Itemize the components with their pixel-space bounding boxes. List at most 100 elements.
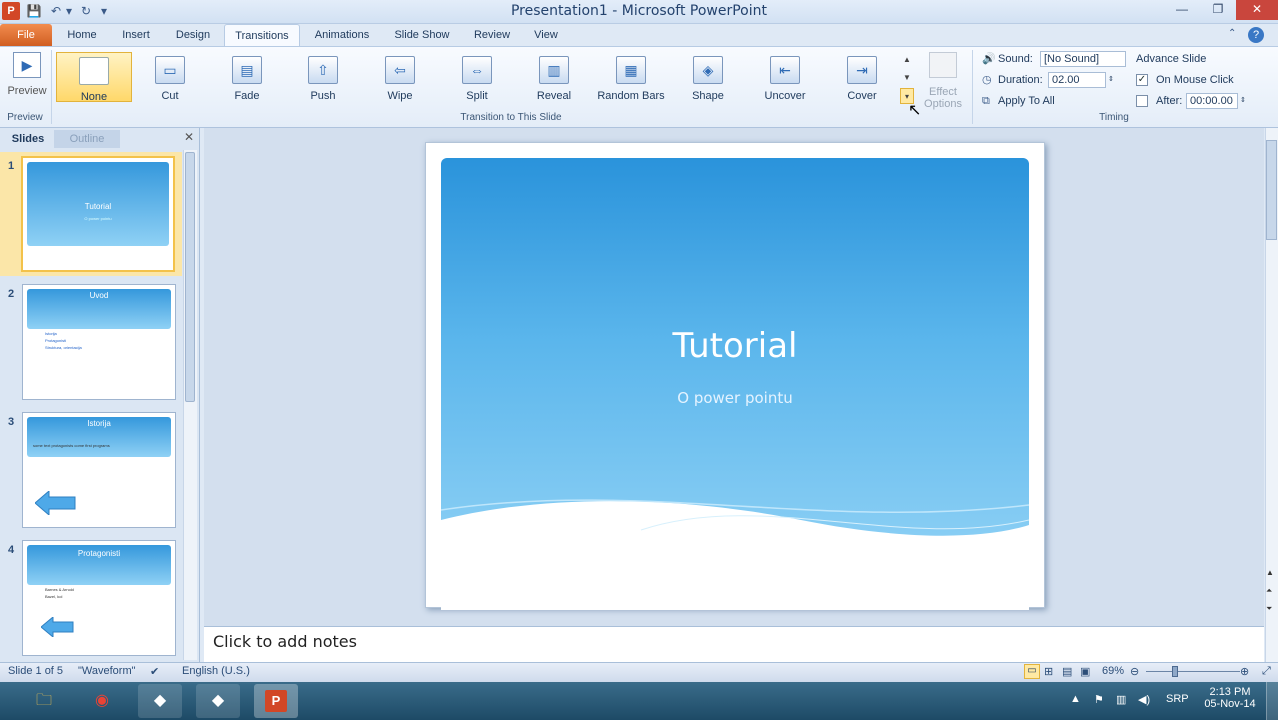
zoom-slider-track[interactable] [1146, 671, 1240, 672]
show-desktop-button[interactable] [1266, 682, 1278, 720]
zoom-level[interactable]: 69% [1102, 665, 1124, 677]
transition-random-bars-button[interactable]: ▦ Random Bars [595, 52, 667, 102]
transition-shape-button[interactable]: ◈ Shape [672, 52, 744, 102]
network-icon[interactable]: ▥ [1116, 693, 1126, 706]
after-spinner-icon[interactable]: ⇕ [1240, 92, 1246, 110]
clock[interactable]: 2:13 PM 05-Nov-14 [1202, 686, 1258, 710]
cover-transition-icon: ⇥ [847, 56, 877, 84]
tab-home[interactable]: Home [58, 24, 106, 46]
spell-check-icon[interactable]: ✔ [150, 665, 159, 678]
clock-icon: ◷ [982, 74, 992, 86]
tray-arrow-icon[interactable]: ▲ [1070, 693, 1081, 705]
taskbar-app-icon[interactable]: ◆ [138, 684, 182, 718]
scroll-up-icon[interactable]: ▲ [1266, 568, 1274, 577]
language-status[interactable]: English (U.S.) [182, 665, 250, 677]
slide-sorter-icon[interactable]: ⊞ [1044, 665, 1053, 678]
close-button[interactable]: ✕ [1236, 0, 1278, 20]
slide-thumbnail-1[interactable]: Tutorial O power pointu [21, 156, 175, 272]
slide-subtitle[interactable]: O power pointu [441, 389, 1029, 407]
sound-label: Sound: [998, 53, 1033, 65]
thumb-bullet: Struktura, orientacija [45, 345, 82, 350]
tab-animations[interactable]: Animations [306, 24, 378, 46]
tab-outline[interactable]: Outline [54, 130, 120, 148]
slide-number: 1 [8, 160, 15, 172]
transition-uncover-button[interactable]: ⇤ Uncover [749, 52, 821, 102]
volume-icon[interactable]: ◀) [1138, 693, 1150, 706]
window-title: Presentation1 - Microsoft PowerPoint [510, 3, 768, 19]
advance-slide-fields: Advance Slide ✓ On Mouse Click After: 00… [1136, 50, 1256, 110]
transition-label: Shape [692, 90, 724, 102]
duration-spinner-icon[interactable]: ⇕ [1108, 71, 1114, 89]
after-checkbox[interactable] [1136, 95, 1148, 107]
tab-file[interactable]: File [0, 24, 52, 46]
transitions-group-label: Transition to This Slide [460, 112, 562, 123]
taskbar-app-icon[interactable]: ◆ [196, 684, 240, 718]
thumb-title: Uvod [89, 291, 109, 300]
slide-thumbnail-4[interactable]: Protagonisti Barnes & Arnold Bazel, kol [22, 540, 176, 656]
transition-label: Fade [234, 90, 260, 102]
file-explorer-icon[interactable]: 🗀 [22, 684, 66, 718]
slides-panel-scroll-thumb[interactable] [185, 152, 195, 402]
notes-placeholder[interactable]: Click to add notes [213, 632, 357, 651]
notes-pane[interactable] [204, 626, 1264, 662]
slide-thumbnail-2[interactable]: Uvod Istorija Protagonisti Struktura, or… [22, 284, 176, 400]
tab-transitions[interactable]: Transitions [224, 24, 300, 46]
action-center-icon[interactable]: ⚑ [1094, 693, 1104, 706]
wipe-transition-icon: ⇦ [385, 56, 415, 84]
tab-slides[interactable]: Slides [4, 130, 52, 148]
transition-cover-button[interactable]: ⇥ Cover [826, 52, 898, 102]
slide-title[interactable]: Tutorial [441, 326, 1029, 366]
transition-label: Wipe [387, 90, 413, 102]
maximize-button[interactable]: ❐ [1200, 0, 1236, 20]
wave-decoration [441, 499, 1029, 610]
on-mouse-click-checkbox[interactable]: ✓ [1136, 74, 1148, 86]
duration-input[interactable]: 02.00 [1048, 72, 1106, 88]
powerpoint-taskbar-icon[interactable]: P [254, 684, 298, 718]
gallery-scroll-up-icon[interactable]: ▲ [900, 52, 914, 68]
theme-name-status[interactable]: "Waveform" [78, 665, 136, 677]
minimize-ribbon-icon[interactable]: ⌃ [1228, 28, 1242, 42]
tab-insert[interactable]: Insert [112, 24, 160, 46]
effect-options-button[interactable]: Effect Options [918, 50, 968, 112]
transition-wipe-button[interactable]: ⇦ Wipe [364, 52, 436, 102]
transition-label: Uncover [764, 90, 806, 102]
close-panel-icon[interactable]: ✕ [184, 130, 194, 144]
transition-label: Reveal [536, 90, 572, 102]
preview-button[interactable]: ▶ Preview [4, 52, 50, 100]
preview-group-label: Preview [7, 112, 43, 123]
tab-design[interactable]: Design [166, 24, 220, 46]
reading-view-icon[interactable]: ▤ [1062, 665, 1072, 678]
zoom-slider-thumb[interactable] [1172, 666, 1178, 677]
transition-none-button[interactable]: None [56, 52, 132, 103]
tab-view[interactable]: View [524, 24, 568, 46]
transition-cut-button[interactable]: ▭ Cut [134, 52, 206, 102]
after-label: After: [1156, 95, 1183, 107]
gallery-scroll-down-icon[interactable]: ▼ [900, 70, 914, 86]
thumb-title: Tutorial [84, 202, 112, 211]
tab-slide-show[interactable]: Slide Show [386, 24, 458, 46]
tab-review[interactable]: Review [466, 24, 518, 46]
next-slide-icon[interactable]: ⏷ [1266, 604, 1272, 614]
transition-split-button[interactable]: ⇔ Split [441, 52, 513, 102]
transition-fade-button[interactable]: ▤ Fade [211, 52, 283, 102]
slide-thumbnail-3[interactable]: Istorija some text protagonists come fir… [22, 412, 176, 528]
previous-slide-icon[interactable]: ⏶ [1266, 586, 1272, 596]
transition-label: Push [310, 90, 336, 102]
effect-options-line2: Options [924, 98, 962, 110]
sound-select[interactable]: [No Sound] [1040, 51, 1126, 67]
fit-to-window-icon[interactable]: ⤢ [1262, 665, 1271, 678]
zoom-out-icon[interactable]: ⊖ [1130, 665, 1139, 678]
zoom-in-icon[interactable]: ⊕ [1240, 665, 1249, 678]
after-input[interactable]: 00:00.00 [1186, 93, 1238, 109]
apply-to-all-button[interactable]: Apply To All [998, 92, 1055, 110]
transition-label: Random Bars [597, 90, 665, 102]
language-indicator[interactable]: SRP [1166, 693, 1189, 705]
chrome-icon[interactable]: ◉ [80, 684, 124, 718]
slide-show-icon[interactable]: ▣ [1080, 665, 1090, 678]
vertical-scroll-thumb[interactable] [1266, 140, 1277, 240]
minimize-button[interactable]: — [1164, 0, 1200, 20]
normal-view-icon[interactable]: ▭ [1024, 664, 1040, 679]
help-icon[interactable]: ? [1248, 27, 1264, 43]
transition-push-button[interactable]: ⇧ Push [287, 52, 359, 102]
transition-reveal-button[interactable]: ▥ Reveal [518, 52, 590, 102]
